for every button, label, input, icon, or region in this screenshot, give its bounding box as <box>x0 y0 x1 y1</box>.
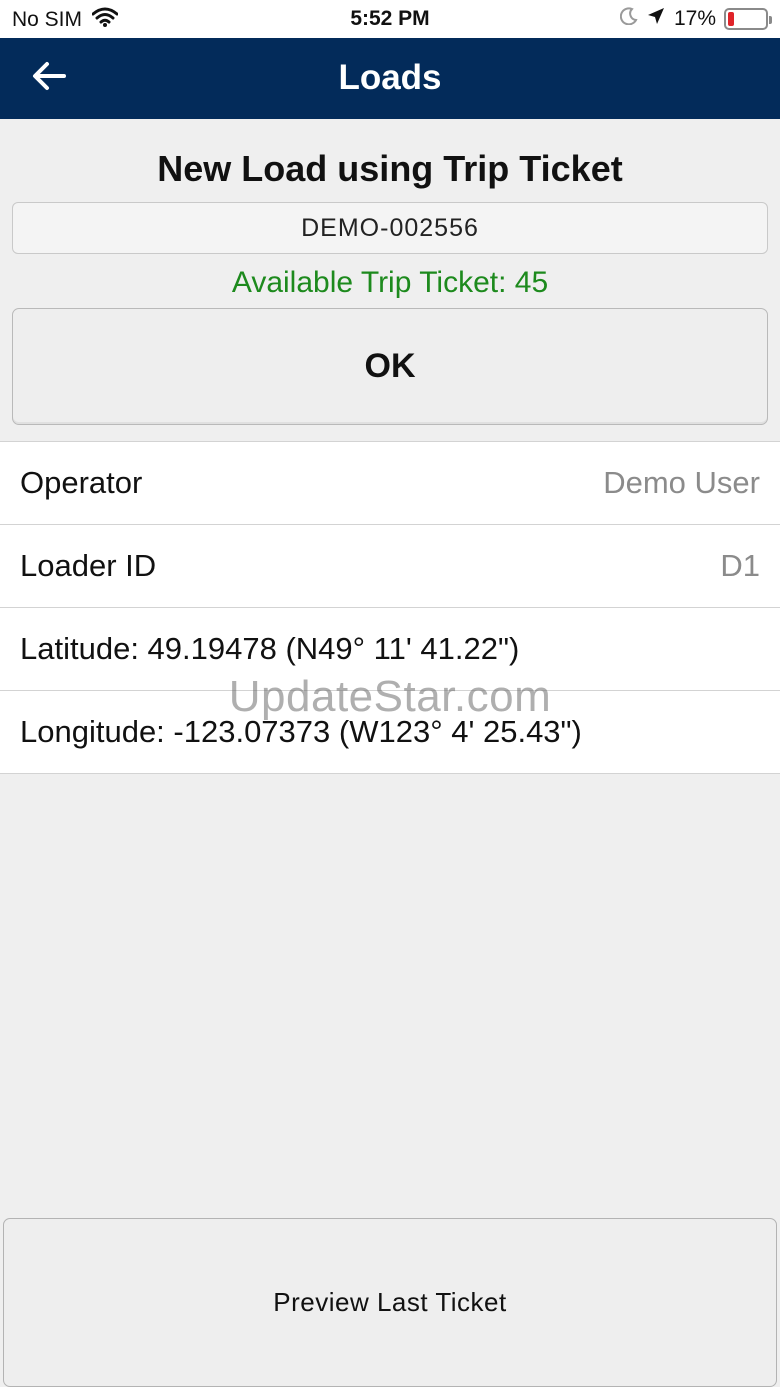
status-bar: No SIM 5:52 PM 17% <box>0 0 780 38</box>
loader-id-label: Loader ID <box>20 548 157 583</box>
operator-label: Operator <box>20 465 143 500</box>
battery-icon <box>724 8 772 30</box>
loader-id-row[interactable]: Loader ID D1 <box>0 525 780 608</box>
operator-value: Demo User <box>603 465 760 500</box>
latitude-text: Latitude: 49.19478 (N49° 11' 41.22") <box>20 631 520 666</box>
battery-percent: 17% <box>673 7 716 30</box>
loader-id-value: D1 <box>720 548 760 583</box>
status-right: 17% <box>619 6 772 32</box>
ok-button[interactable]: OK <box>12 308 768 425</box>
operator-row[interactable]: Operator Demo User <box>0 442 780 525</box>
available-trip-ticket: Available Trip Ticket: 45 <box>231 266 549 299</box>
latitude-row: Latitude: 49.19478 (N49° 11' 41.22") <box>0 608 780 691</box>
nav-bar: Loads <box>0 38 780 119</box>
nav-title: Loads <box>338 58 442 97</box>
longitude-row: Longitude: -123.07373 (W123° 4' 25.43") <box>0 691 780 774</box>
back-button[interactable] <box>22 56 76 100</box>
location-arrow-icon <box>646 6 666 32</box>
moon-icon <box>619 7 638 31</box>
page-title: New Load using Trip Ticket <box>157 148 623 189</box>
details-list: Operator Demo User Loader ID D1 Latitude… <box>0 441 780 774</box>
arrow-left-icon <box>32 61 66 96</box>
trip-ticket-field[interactable] <box>12 202 768 254</box>
preview-last-ticket-button[interactable]: Preview Last Ticket <box>3 1218 777 1387</box>
longitude-text: Longitude: -123.07373 (W123° 4' 25.43") <box>20 714 582 749</box>
battery-level <box>728 12 735 26</box>
